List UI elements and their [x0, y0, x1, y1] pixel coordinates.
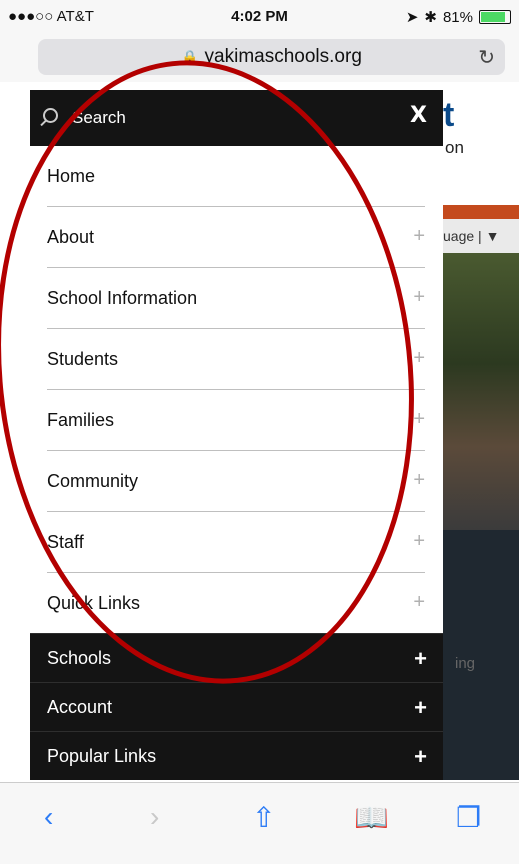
orange-bar	[443, 205, 519, 219]
menu-item-label: Students	[47, 348, 119, 369]
search-icon	[43, 108, 58, 123]
reload-icon[interactable]: ↻	[478, 45, 495, 70]
language-label: uage	[443, 228, 475, 244]
menu-item-schools[interactable]: Schools +	[30, 633, 443, 682]
expand-icon[interactable]: +	[413, 530, 425, 553]
expand-icon[interactable]: +	[413, 408, 425, 431]
expand-icon[interactable]: +	[413, 225, 425, 248]
menu-item-account[interactable]: Account +	[30, 682, 443, 731]
bookmarks-icon[interactable]: 📖	[354, 801, 389, 834]
url-text: yakimaschools.org	[204, 46, 362, 67]
location-icon: ➤	[405, 9, 419, 26]
menu-item-label: About	[47, 226, 95, 247]
menu-item-label: Families	[47, 409, 115, 430]
menu-item-staff[interactable]: Staff +	[47, 512, 425, 573]
back-icon[interactable]: ‹	[44, 801, 53, 833]
menu-item-label: School Information	[47, 287, 198, 308]
tabs-icon[interactable]: ❐	[456, 801, 481, 834]
menu-item-label: Schools	[47, 647, 112, 668]
menu-item-families[interactable]: Families +	[47, 390, 425, 451]
expand-icon[interactable]: +	[414, 695, 427, 721]
dark-section: ing	[443, 530, 519, 780]
status-bar: ●●●○○ AT&T 4:02 PM ➤ ✱ 81%	[0, 0, 519, 34]
search-label: Search	[72, 108, 126, 127]
expand-icon[interactable]: +	[414, 744, 427, 770]
expand-icon[interactable]: +	[413, 469, 425, 492]
menu-item-about[interactable]: About +	[47, 207, 425, 268]
subtitle-fragment: on	[445, 138, 464, 157]
expand-icon[interactable]: +	[413, 286, 425, 309]
menu-item-school-information[interactable]: School Information +	[47, 268, 425, 329]
expand-icon[interactable]: +	[414, 646, 427, 672]
battery-icon	[479, 10, 511, 24]
status-right: ➤ ✱ 81%	[406, 8, 511, 26]
lock-icon: 🔒	[181, 48, 199, 65]
menu-item-label: Home	[47, 165, 96, 186]
menu-item-quick-links[interactable]: Quick Links +	[47, 573, 425, 633]
bluetooth-icon: ✱	[424, 9, 437, 26]
hero-photo	[443, 253, 519, 530]
page-title-fragment: t	[443, 96, 455, 134]
address-bar[interactable]: 🔒 yakimaschools.org ↻	[38, 39, 505, 75]
menu-item-home[interactable]: Home	[47, 146, 425, 207]
menu-item-label: Community	[47, 470, 139, 491]
side-menu: Search X Home About + School Information…	[30, 90, 443, 783]
menu-item-label: Account	[47, 696, 113, 717]
share-icon[interactable]: ⇧	[252, 801, 275, 834]
close-menu-button[interactable]: X	[410, 103, 427, 128]
menu-item-label: Quick Links	[47, 592, 141, 613]
expand-icon[interactable]: +	[413, 591, 425, 614]
expand-icon[interactable]: +	[413, 347, 425, 370]
language-selector[interactable]: uage | ▼	[443, 219, 519, 253]
menu-search-bar[interactable]: Search X	[30, 90, 443, 146]
battery-percent: 81%	[442, 8, 473, 26]
menu-item-students[interactable]: Students +	[47, 329, 425, 390]
menu-item-label: Popular Links	[47, 745, 157, 766]
menu-item-label: Staff	[47, 531, 84, 552]
menu-item-community[interactable]: Community +	[47, 451, 425, 512]
browser-toolbar: ‹ › ⇧ 📖 ❐	[0, 782, 519, 864]
menu-item-popular-links[interactable]: Popular Links +	[30, 731, 443, 780]
dark-section-text: ing	[455, 655, 476, 672]
forward-icon[interactable]: ›	[150, 801, 159, 833]
address-bar-area: 🔒 yakimaschools.org ↻	[0, 34, 519, 82]
